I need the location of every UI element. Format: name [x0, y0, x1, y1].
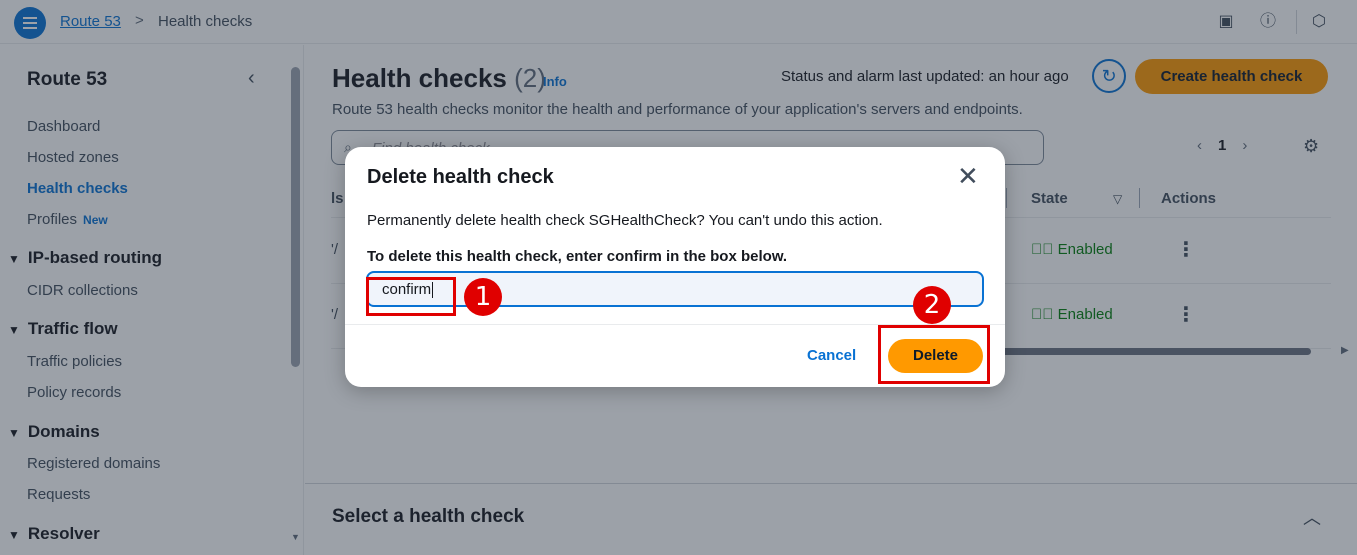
annotation-step1-badge: 1	[464, 278, 502, 316]
instruction-suffix: in the box below.	[661, 248, 788, 265]
instruction-prefix: To delete this health check, enter	[367, 248, 607, 265]
modal-title: Delete health check	[367, 166, 554, 188]
modal-body-text: Permanently delete health check SGHealth…	[367, 212, 883, 229]
annotation-box-step1	[366, 277, 456, 316]
instruction-keyword: confirm	[606, 248, 662, 265]
confirm-input[interactable]: confirm	[366, 271, 984, 307]
close-icon[interactable]: ✕	[957, 163, 979, 189]
annotation-box-step2	[878, 325, 990, 384]
cancel-button[interactable]: Cancel	[807, 347, 856, 364]
annotation-step2-badge: 2	[913, 286, 951, 324]
modal-instruction: To delete this health check, enter confi…	[367, 248, 787, 265]
